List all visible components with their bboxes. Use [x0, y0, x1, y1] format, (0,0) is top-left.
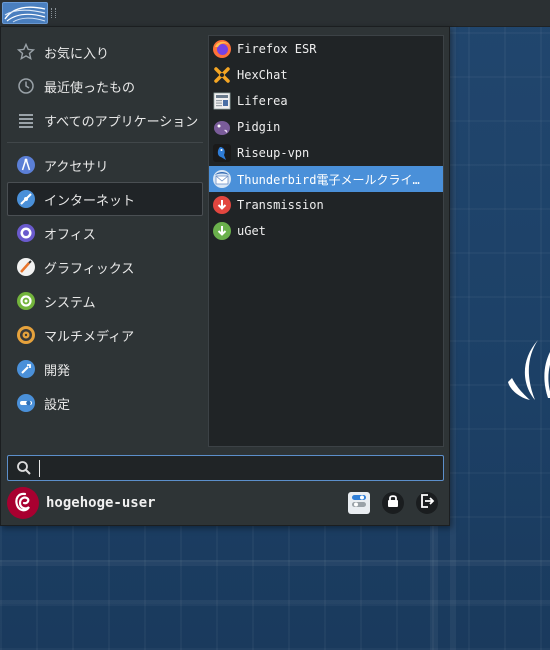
liferea-icon [212, 91, 232, 111]
accessories-icon [16, 155, 36, 175]
uget-icon [212, 221, 232, 241]
sidebar-item-label: 設定 [44, 397, 71, 413]
app-item-label: Thunderbird電子メールクライ… [237, 172, 420, 187]
app-item-label: Firefox ESR [237, 42, 317, 56]
avatar [7, 487, 39, 519]
sidebar-item-development[interactable]: 開発 [7, 352, 203, 386]
sidebar-item-label: マルチメディア [44, 329, 135, 345]
search-input[interactable] [38, 458, 442, 480]
thunderbird-icon [212, 169, 232, 189]
app-item-liferea[interactable]: Liferea [209, 88, 443, 114]
logout-icon [419, 493, 435, 513]
app-item-uget[interactable]: uGet [209, 218, 443, 244]
application-list: Firefox ESR HexChat Liferea Pidgin Riseu… [208, 35, 444, 447]
firefox-icon [212, 39, 232, 59]
sidebar-item-label: インターネット [44, 193, 136, 209]
list-icon [16, 110, 36, 130]
multimedia-icon [16, 325, 36, 345]
sidebar-item-system[interactable]: システム [7, 284, 203, 318]
app-item-label: Riseup-vpn [237, 146, 310, 160]
menu-footer: hogehoge-user [7, 487, 444, 521]
graphics-icon [16, 257, 36, 277]
settings-manager-icon [350, 492, 368, 514]
hexchat-icon [212, 65, 232, 85]
sidebar-item-label: グラフィックス [44, 261, 135, 277]
sidebar-item-label: 最近使ったもの [44, 80, 136, 96]
sidebar-separator [7, 142, 203, 143]
app-item-label: Transmission [237, 198, 324, 212]
app-item-firefox[interactable]: Firefox ESR [209, 36, 443, 62]
sidebar-item-accessories[interactable]: アクセサリ [7, 148, 203, 182]
sidebar-item-label: すべてのアプリケーション [44, 114, 199, 130]
riseup-vpn-icon [212, 143, 232, 163]
app-item-riseup-vpn[interactable]: Riseup-vpn [209, 140, 443, 166]
xfce-menu-icon[interactable] [2, 2, 48, 24]
development-icon [16, 359, 36, 379]
app-item-label: uGet [237, 224, 266, 238]
app-item-label: HexChat [237, 68, 288, 82]
app-item-pidgin[interactable]: Pidgin [209, 114, 443, 140]
sidebar-item-graphics[interactable]: グラフィックス [7, 250, 203, 284]
system-icon [16, 291, 36, 311]
office-icon [16, 223, 36, 243]
app-item-hexchat[interactable]: HexChat [209, 62, 443, 88]
text-caret [39, 460, 40, 477]
sidebar-item-label: アクセサリ [44, 159, 109, 175]
sidebar-item-label: 開発 [44, 363, 71, 379]
star-icon [16, 42, 36, 62]
transmission-icon [212, 195, 232, 215]
sidebar-item-all-apps[interactable]: すべてのアプリケーション [7, 103, 203, 137]
settings-icon [16, 393, 36, 413]
app-item-label: Liferea [237, 94, 288, 108]
debian-swirl-logo [508, 340, 550, 400]
app-item-transmission[interactable]: Transmission [209, 192, 443, 218]
sidebar-item-label: システム [44, 295, 96, 311]
top-panel [0, 0, 550, 27]
logout-button[interactable] [416, 492, 438, 514]
settings-manager-button[interactable] [348, 492, 370, 514]
category-sidebar: お気に入り 最近使ったもの すべてのアプリケーション アクセサリ インターネット… [7, 35, 203, 420]
app-item-label: Pidgin [237, 120, 281, 134]
sidebar-item-internet[interactable]: インターネット [7, 182, 203, 216]
sidebar-item-label: お気に入り [44, 46, 110, 62]
search-box[interactable] [7, 455, 444, 481]
lock-icon [385, 493, 401, 513]
sidebar-item-settings[interactable]: 設定 [7, 386, 203, 420]
lock-screen-button[interactable] [382, 492, 404, 514]
whisker-menu: お気に入り 最近使ったもの すべてのアプリケーション アクセサリ インターネット… [0, 26, 450, 526]
username-label: hogehoge-user [46, 495, 156, 511]
clock-icon [16, 76, 36, 96]
app-item-thunderbird[interactable]: Thunderbird電子メールクライ… [209, 166, 443, 192]
panel-handle-icon[interactable] [51, 8, 56, 18]
sidebar-item-label: オフィス [44, 227, 96, 243]
sidebar-item-recent[interactable]: 最近使ったもの [7, 69, 203, 103]
sidebar-item-office[interactable]: オフィス [7, 216, 203, 250]
pidgin-icon [212, 117, 232, 137]
sidebar-item-multimedia[interactable]: マルチメディア [7, 318, 203, 352]
search-icon [16, 460, 32, 480]
sidebar-item-favorites[interactable]: お気に入り [7, 35, 203, 69]
internet-icon [16, 189, 36, 209]
